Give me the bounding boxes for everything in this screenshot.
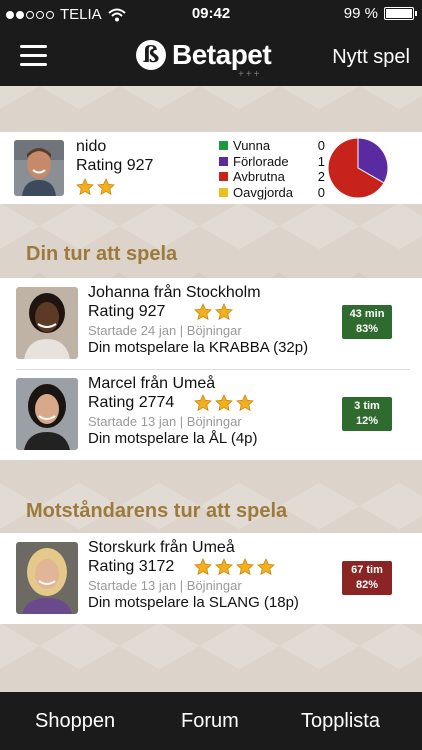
legend-swatch-won <box>219 141 228 151</box>
opponent-avatar <box>16 378 78 450</box>
win-percent: 83% <box>355 323 379 335</box>
last-move-message: Din motspelare la KRABBA (32p) <box>88 339 309 356</box>
player-stats-card[interactable]: nido Rating 927 Vunna 0 Förlorade 1 Avbr… <box>0 132 422 204</box>
hamburger-menu-icon[interactable] <box>20 45 47 67</box>
opponent-star-rating <box>194 394 254 412</box>
legend-value-aborted: 2 <box>317 169 325 185</box>
star-icon <box>194 558 212 576</box>
win-percent: 82% <box>355 579 379 591</box>
star-icon <box>215 558 233 576</box>
tab-toplist[interactable]: Topplista <box>301 710 380 733</box>
legend-swatch-aborted <box>219 172 228 182</box>
legend-row-lost: Förlorade 1 <box>219 154 325 170</box>
game-row-storskurk[interactable]: Storskurk från Umeå Rating 3172 Startade… <box>0 533 422 624</box>
game-row-johanna[interactable]: Johanna från Stockholm Rating 927 Starta… <box>0 278 422 369</box>
legend-value-lost: 1 <box>317 153 325 169</box>
star-icon <box>236 558 254 576</box>
star-icon <box>97 178 115 196</box>
time-left: 67 tim <box>351 564 383 576</box>
win-percent: 12% <box>355 415 379 427</box>
status-bar: TELIA 09:42 99 % <box>0 0 422 28</box>
legend-row-draw: Oavgjorda 0 <box>219 185 325 201</box>
stats-legend: Vunna 0 Förlorade 1 Avbrutna 2 Oavgjorda… <box>219 138 325 200</box>
beta-logo-icon: ß <box>136 40 166 70</box>
star-icon <box>194 394 212 412</box>
player-name: nido <box>76 138 107 155</box>
legend-swatch-draw <box>219 187 228 197</box>
opponent-avatar <box>16 542 78 614</box>
player-avatar <box>14 140 64 196</box>
legend-label-aborted: Avbrutna <box>233 169 285 185</box>
legend-label-won: Vunna <box>233 138 271 154</box>
section-title-opponent-turn: Motståndarens tur att spela <box>26 500 288 522</box>
game-row-marcel[interactable]: Marcel från Umeå Rating 2774 Startade 13… <box>0 369 422 460</box>
last-move-message: Din motspelare la SLANG (18p) <box>88 594 299 611</box>
star-icon <box>76 178 94 196</box>
opponent-star-rating <box>194 303 233 321</box>
legend-value-won: 0 <box>317 138 325 154</box>
your-turn-game-list: Johanna från Stockholm Rating 927 Starta… <box>0 278 422 460</box>
legend-value-draw: 0 <box>317 184 325 200</box>
game-meta: Startade 13 jan | Böjningar <box>88 414 242 429</box>
opponent-name: Marcel från Umeå <box>88 375 216 392</box>
star-icon <box>215 394 233 412</box>
opponent-name: Storskurk från Umeå <box>88 539 235 556</box>
last-move-message: Din motspelare la ÅL (4p) <box>88 430 258 447</box>
tab-shop[interactable]: Shoppen <box>35 710 115 733</box>
star-icon <box>215 303 233 321</box>
legend-swatch-lost <box>219 156 228 166</box>
opponent-rating: Rating 927 <box>88 303 166 320</box>
time-badge: 3 tim 12% <box>342 397 392 431</box>
legend-label-draw: Oavgjorda <box>233 184 293 200</box>
status-right: 99 % <box>343 5 417 22</box>
battery-icon <box>384 7 417 20</box>
legend-row-won: Vunna 0 <box>219 138 325 154</box>
section-title-your-turn: Din tur att spela <box>26 243 178 265</box>
opponent-rating: Rating 3172 <box>88 558 175 575</box>
opponent-star-rating <box>194 558 275 576</box>
stats-pie-chart <box>327 137 389 199</box>
game-meta: Startade 24 jan | Böjningar <box>88 323 242 338</box>
time-left: 43 min <box>349 308 385 320</box>
star-icon <box>236 394 254 412</box>
player-star-rating <box>76 178 115 196</box>
opponent-name: Johanna från Stockholm <box>88 284 261 301</box>
legend-label-lost: Förlorade <box>233 153 289 169</box>
opponent-turn-game-list: Storskurk från Umeå Rating 3172 Startade… <box>0 533 422 624</box>
star-icon <box>194 303 212 321</box>
legend-row-aborted: Avbrutna 2 <box>219 169 325 185</box>
new-game-button[interactable]: Nytt spel <box>332 46 410 69</box>
player-rating: Rating 927 <box>76 157 154 174</box>
star-icon <box>257 558 275 576</box>
tab-forum[interactable]: Forum <box>181 710 239 733</box>
logo-text: Betapet <box>172 39 272 70</box>
nav-bar: ß Betapet +++ Nytt spel <box>0 28 422 86</box>
logo-plus: +++ <box>238 69 262 80</box>
opponent-rating: Rating 2774 <box>88 394 175 411</box>
app-logo: ß Betapet +++ <box>136 39 272 80</box>
time-badge: 67 tim 82% <box>342 561 392 595</box>
time-left: 3 tim <box>354 400 380 412</box>
opponent-avatar <box>16 287 78 359</box>
tab-bar: Shoppen Forum Topplista <box>0 692 422 750</box>
game-meta: Startade 13 jan | Böjningar <box>88 578 242 593</box>
time-badge: 43 min 83% <box>342 305 392 339</box>
battery-percent: 99 % <box>343 5 378 22</box>
